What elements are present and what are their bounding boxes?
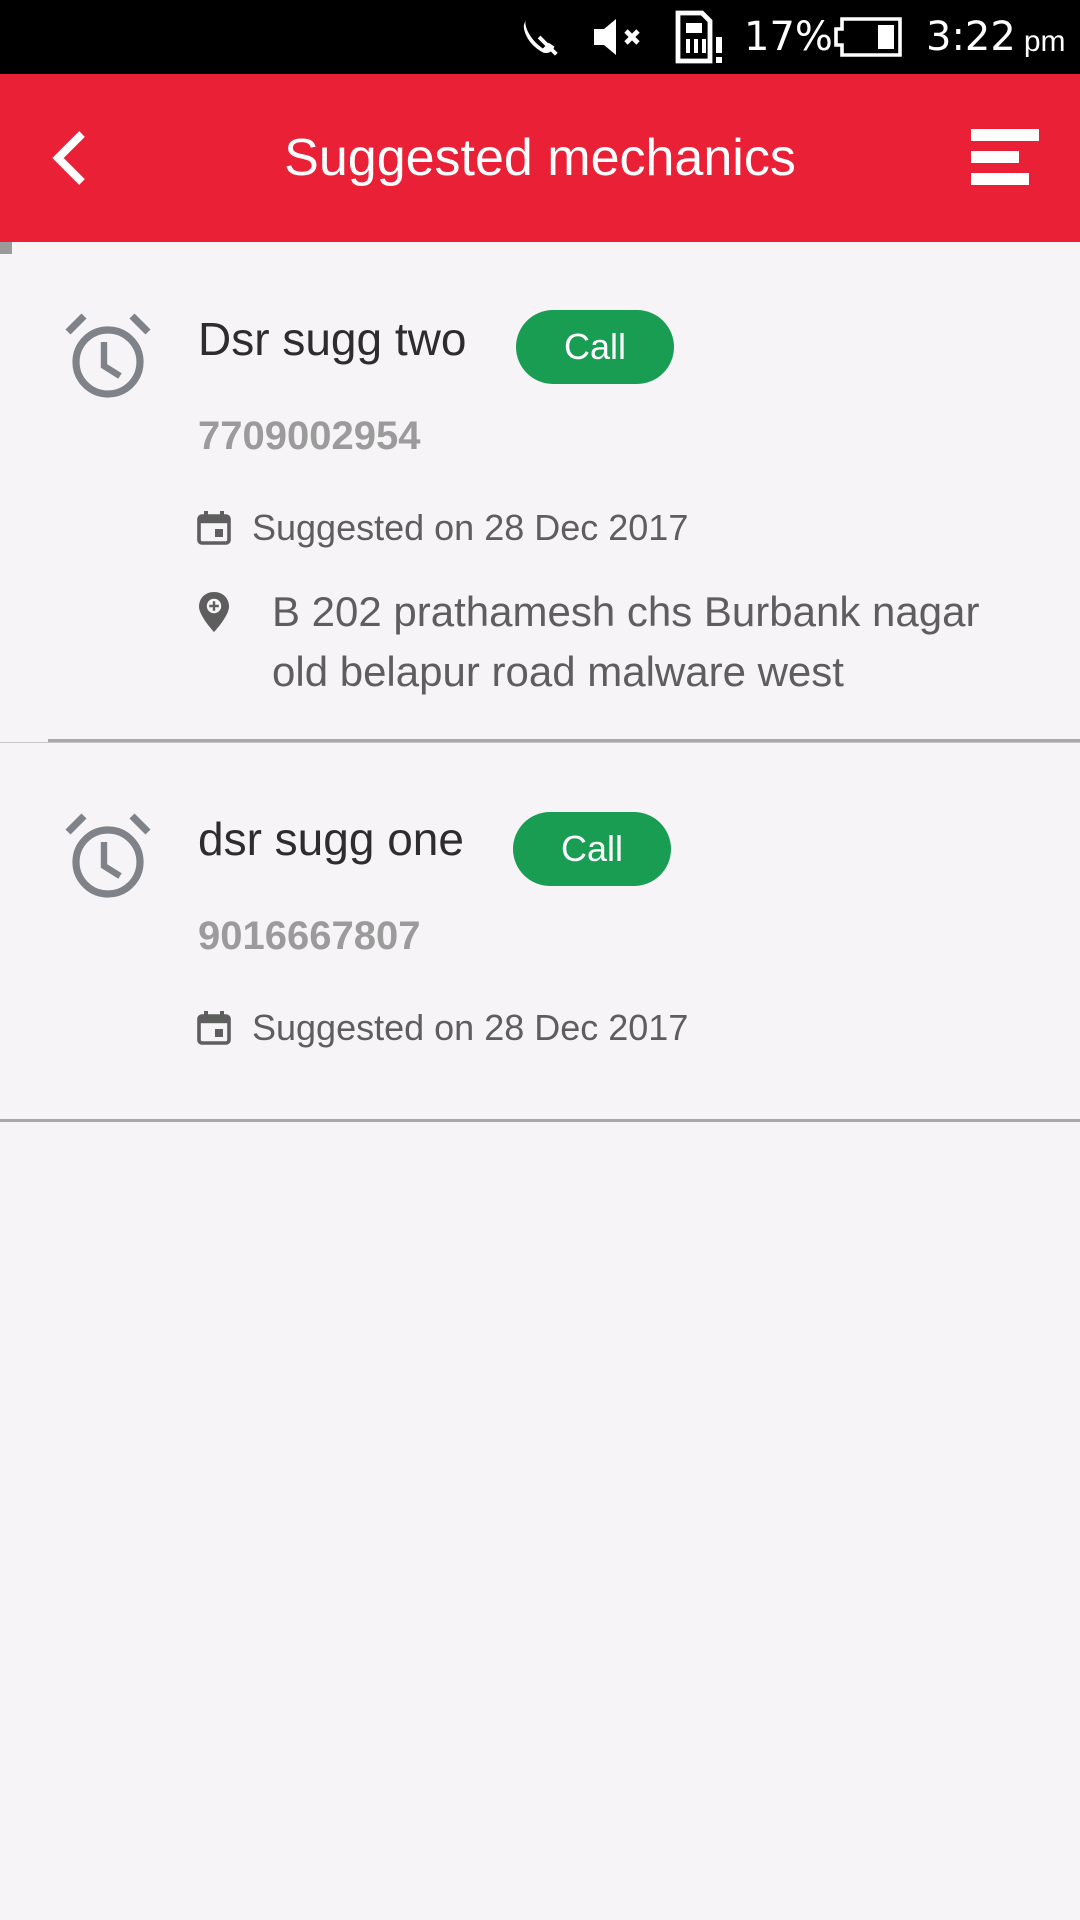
address-line-1: B 202 prathamesh chs Burbank nagar (272, 588, 980, 635)
list-item: dsr sugg one Call 9016667807 Suggested o… (0, 742, 1080, 1122)
battery-icon (834, 0, 902, 74)
back-button[interactable] (30, 118, 110, 198)
clock: 3:22 pm (926, 0, 1066, 74)
mechanic-list: Dsr sugg two Call 7709002954 Suggested o… (0, 242, 1080, 1122)
chevron-left-icon (52, 131, 85, 185)
list-item: Dsr sugg two Call 7709002954 Suggested o… (0, 242, 1080, 743)
page-title: Suggested mechanics (284, 129, 796, 187)
suggested-date: Suggested on 28 Dec 2017 (252, 507, 689, 548)
sim-alert-icon (672, 0, 728, 74)
volume-mute-icon (590, 0, 650, 74)
suggested-date-row: Suggested on 28 Dec 2017 (196, 1004, 688, 1052)
suggested-date: Suggested on 28 Dec 2017 (252, 1007, 689, 1048)
alarm-clock-icon (65, 813, 151, 898)
clock-time: 3:22 (926, 14, 1016, 60)
status-bar: 17% 3:22 pm (0, 0, 1080, 74)
calendar-icon (197, 1011, 231, 1045)
battery-percent: 17% (744, 14, 833, 60)
app-bar: Suggested mechanics (0, 74, 1080, 242)
address: B 202 prathamesh chs Burbank nagar old b… (272, 582, 1036, 702)
clock-ampm: pm (1023, 25, 1066, 58)
call-button[interactable]: Call (513, 812, 671, 886)
mechanic-name: Dsr sugg two (198, 313, 467, 365)
location-pin-icon (199, 592, 229, 632)
divider (0, 1119, 1080, 1122)
phone-number: 9016667807 (198, 914, 421, 958)
phone-mute-icon (518, 0, 564, 74)
call-button[interactable]: Call (516, 310, 674, 384)
alarm-clock-icon (65, 313, 151, 398)
calendar-icon (197, 511, 231, 545)
menu-button[interactable] (960, 118, 1050, 198)
menu-icon (971, 129, 1039, 185)
mechanic-name: dsr sugg one (198, 813, 464, 865)
address-line-2: old belapur road malware west (272, 648, 844, 695)
address-row: B 202 prathamesh chs Burbank nagar old b… (196, 582, 1036, 702)
phone-number: 7709002954 (198, 414, 421, 458)
suggested-date-row: Suggested on 28 Dec 2017 (196, 504, 688, 552)
